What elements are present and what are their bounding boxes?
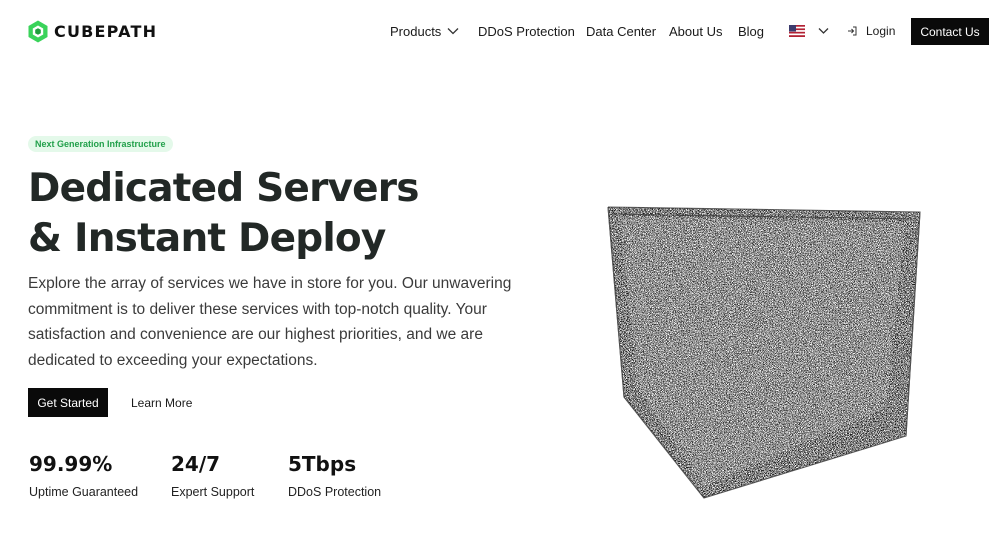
hero-description: Explore the array of services we have in… bbox=[28, 275, 512, 369]
headline-line-2: & Instant Deploy bbox=[28, 216, 386, 261]
stat-value: 5Tbps bbox=[288, 452, 357, 476]
contact-us-button[interactable]: Contact Us bbox=[911, 18, 989, 45]
nav-item-ddos-protection[interactable]: DDoS Protection bbox=[478, 24, 575, 39]
us-flag-icon[interactable] bbox=[789, 25, 805, 37]
hero-badge: Next Generation Infrastructure bbox=[28, 136, 173, 152]
stat-support: 24/7 Expert Support bbox=[171, 452, 254, 499]
login-label: Login bbox=[866, 24, 896, 38]
stat-ddos: 5Tbps DDoS Protection bbox=[288, 452, 381, 499]
headline-line-1: Dedicated Servers bbox=[28, 166, 419, 211]
stat-label: Uptime Guaranteed bbox=[29, 485, 139, 499]
nav-item-products[interactable]: Products bbox=[390, 24, 459, 39]
stat-value: 99.99% bbox=[29, 452, 113, 476]
nav-item-label: Blog bbox=[738, 24, 765, 39]
learn-more-link[interactable]: Learn More bbox=[131, 396, 192, 410]
stat-label: DDoS Protection bbox=[288, 485, 382, 499]
nav-item-data-center[interactable]: Data Center bbox=[586, 24, 656, 39]
nav-item-label: About Us bbox=[669, 24, 723, 39]
chevron-down-icon bbox=[447, 28, 459, 35]
nav-item-blog[interactable]: Blog bbox=[738, 24, 764, 39]
stat-value: 24/7 bbox=[171, 452, 221, 476]
chevron-down-icon[interactable] bbox=[818, 27, 829, 35]
get-started-button[interactable]: Get Started bbox=[28, 388, 108, 417]
nav-item-about-us[interactable]: About Us bbox=[669, 24, 722, 39]
hero-headline: Dedicated Servers & Instant Deploy bbox=[28, 164, 419, 264]
particle-cube-illustration bbox=[600, 198, 930, 506]
login-link[interactable]: Login bbox=[847, 24, 895, 38]
site-header: CUBEPATH Products DDoS Protection Data C… bbox=[0, 0, 1000, 64]
login-icon bbox=[848, 26, 857, 36]
stat-label: Expert Support bbox=[171, 485, 255, 499]
nav-item-label: Data Center bbox=[586, 24, 657, 39]
stat-uptime: 99.99% Uptime Guaranteed bbox=[29, 452, 138, 499]
nav-item-label: DDoS Protection bbox=[478, 24, 575, 39]
nav-item-label: Products bbox=[390, 24, 442, 39]
